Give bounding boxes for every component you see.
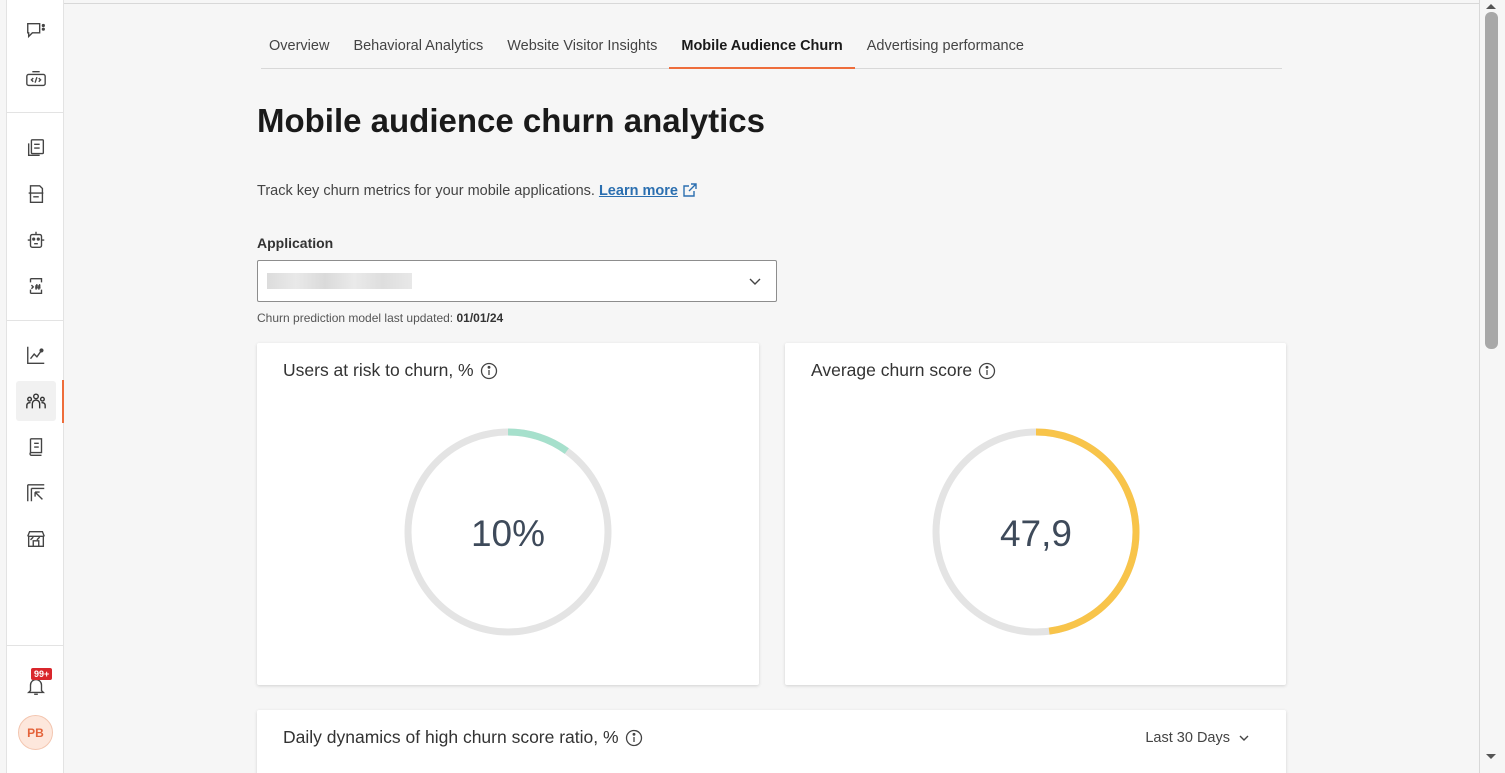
avg-churn-score-value: 47,9	[999, 513, 1072, 554]
info-icon[interactable]	[480, 362, 498, 380]
model-update-label: Churn prediction model last updated:	[257, 311, 454, 325]
documents-icon[interactable]	[16, 128, 56, 168]
chevron-down-icon	[749, 278, 761, 285]
description-text: Track key churn metrics for your mobile …	[257, 183, 595, 199]
store-icon[interactable]	[16, 519, 56, 559]
active-indicator	[62, 380, 64, 423]
tab-mobile-audience-churn[interactable]: Mobile Audience Churn	[669, 30, 855, 69]
chat-icon[interactable]	[16, 11, 56, 51]
code-icon[interactable]	[16, 59, 56, 99]
daily-dynamics-title-row: Daily dynamics of high churn score ratio…	[283, 727, 643, 748]
application-label: Application	[257, 235, 334, 251]
top-divider	[64, 3, 1479, 4]
daily-dynamics-card: Daily dynamics of high churn score ratio…	[257, 710, 1286, 773]
book-icon[interactable]	[16, 427, 56, 467]
info-icon[interactable]	[978, 362, 996, 380]
date-range-label: Last 30 Days	[1145, 730, 1230, 746]
tab-advertising-performance[interactable]: Advertising performance	[855, 30, 1036, 69]
scroll-up-arrow-icon[interactable]	[1486, 4, 1496, 9]
pointer-icon[interactable]	[16, 473, 56, 513]
avg-churn-score-card: Average churn score 47,9	[785, 343, 1286, 685]
audience-icon[interactable]	[16, 381, 56, 421]
donut-arc	[507, 428, 569, 454]
scroll-down-arrow-icon[interactable]	[1486, 754, 1496, 759]
info-icon[interactable]	[625, 729, 643, 747]
learn-more-link[interactable]: Learn more	[599, 183, 678, 199]
scrollbar-thumb[interactable]	[1485, 12, 1498, 349]
users-at-risk-title-row: Users at risk to churn, %	[283, 360, 498, 381]
model-update-note: Churn prediction model last updated: 01/…	[257, 311, 503, 325]
inbox-icon[interactable]	[16, 174, 56, 214]
avg-churn-score-title: Average churn score	[811, 360, 973, 380]
tab-website-visitor-insights[interactable]: Website Visitor Insights	[495, 30, 669, 69]
tab-overview[interactable]: Overview	[261, 30, 341, 69]
page-title: Mobile audience churn analytics	[257, 102, 765, 139]
robot-icon[interactable]	[16, 220, 56, 260]
daily-dynamics-title: Daily dynamics of high churn score ratio…	[283, 727, 619, 747]
analytics-chart-icon[interactable]	[16, 335, 56, 375]
page-description: Track key churn metrics for your mobile …	[257, 182, 698, 199]
chevron-down-icon	[1239, 735, 1249, 741]
date-range-dropdown[interactable]: Last 30 Days	[1145, 730, 1250, 746]
tag-code-icon[interactable]	[16, 266, 56, 306]
left-sidebar: 99+ PB	[6, 0, 64, 773]
users-at-risk-card: Users at risk to churn, % 10%	[257, 343, 759, 685]
tab-bar: Overview Behavioral Analytics Website Vi…	[261, 30, 1282, 69]
external-link-icon[interactable]	[682, 182, 698, 198]
application-value-redacted	[267, 273, 412, 289]
users-at-risk-value: 10%	[470, 513, 546, 554]
notification-badge: 99+	[31, 668, 53, 680]
tab-behavioral-analytics[interactable]: Behavioral Analytics	[341, 30, 495, 69]
users-at-risk-title: Users at risk to churn, %	[283, 360, 474, 380]
application-select[interactable]	[257, 260, 777, 302]
model-update-date: 01/01/24	[456, 311, 504, 325]
user-avatar[interactable]: PB	[18, 715, 53, 750]
avg-churn-score-title-row: Average churn score	[811, 360, 996, 381]
